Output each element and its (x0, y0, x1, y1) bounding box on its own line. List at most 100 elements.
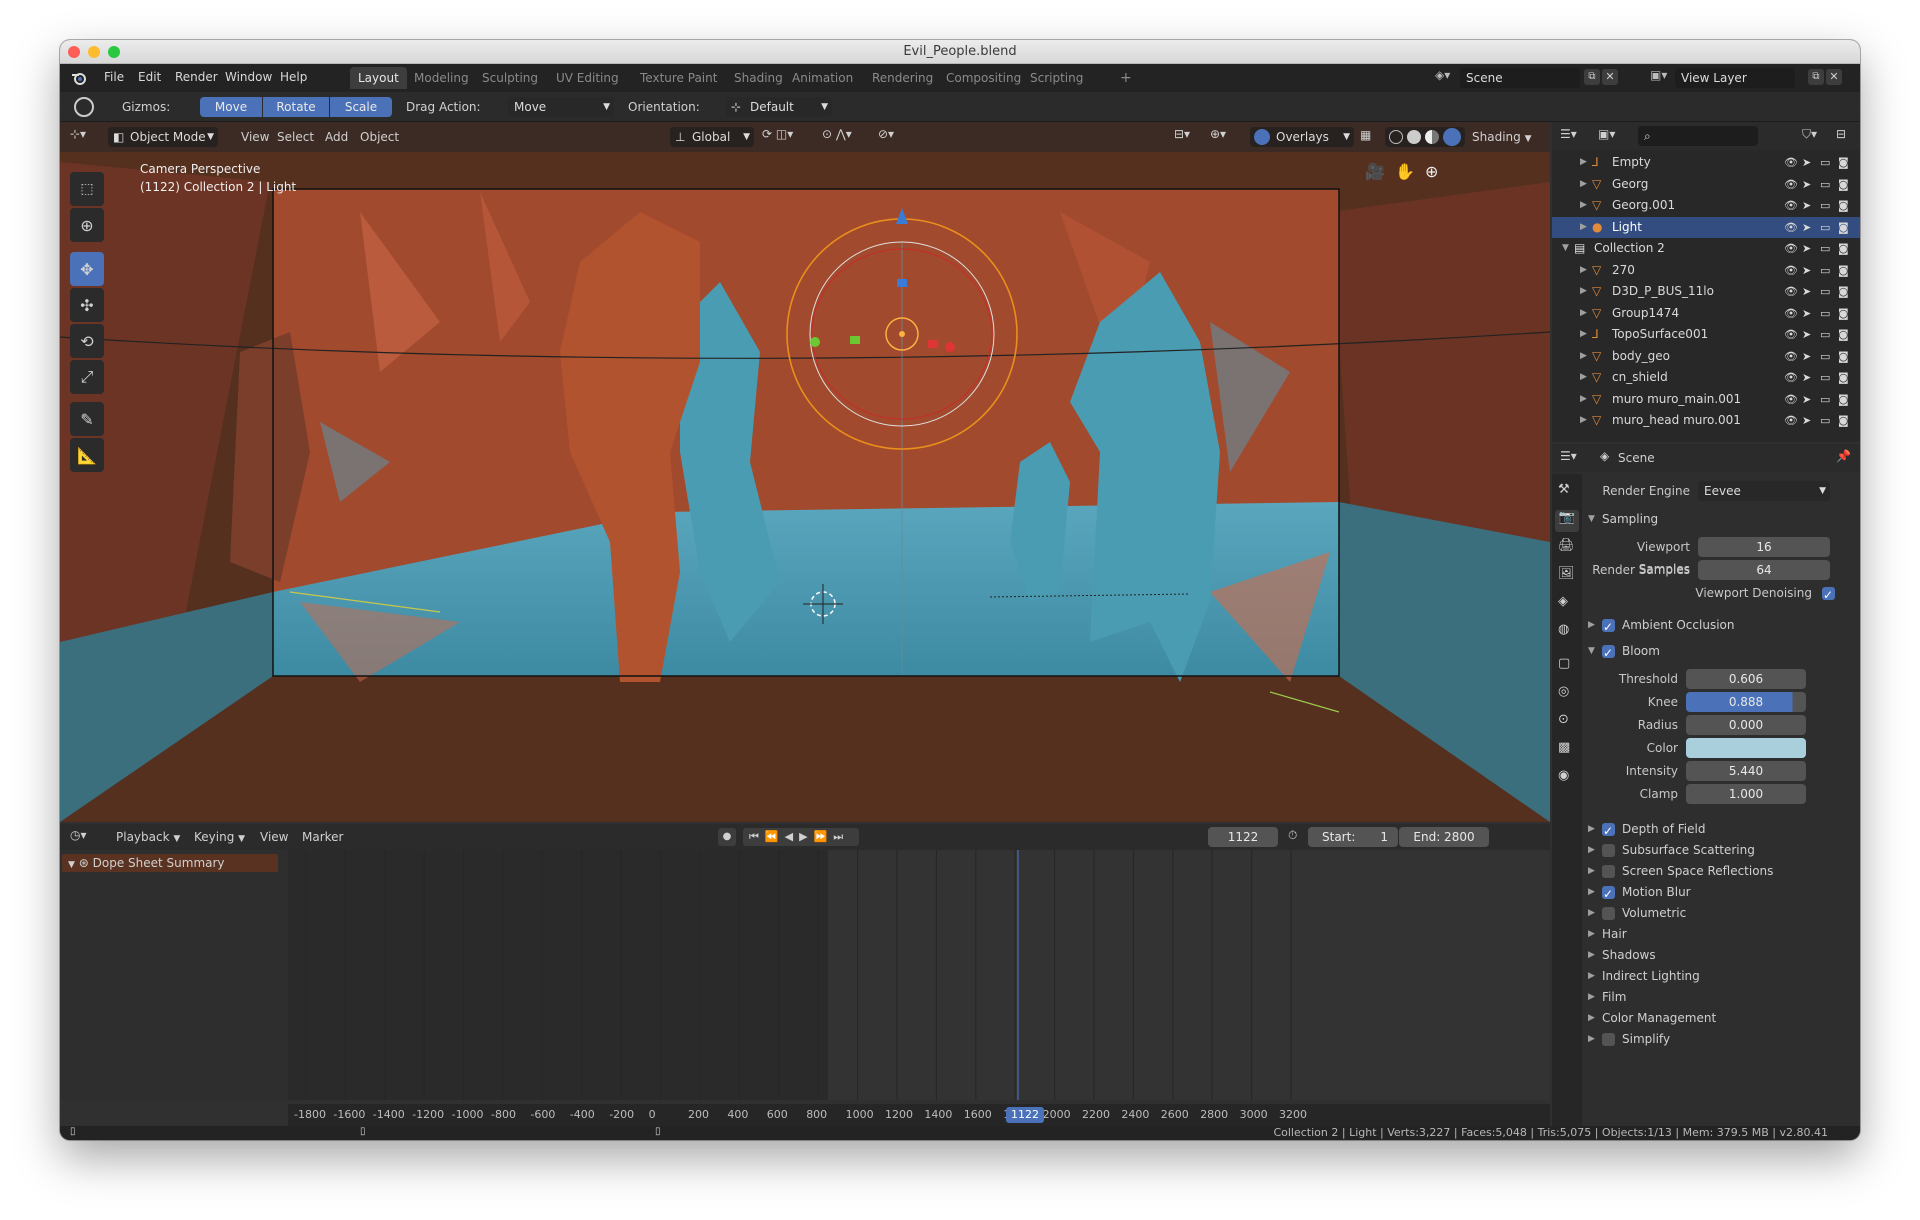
panel-checkbox[interactable] (1602, 1033, 1615, 1046)
scale-tool[interactable]: ⤢ (70, 360, 104, 394)
zoom-icon[interactable]: ⊕ (1425, 162, 1445, 182)
outliner-row[interactable]: ▶ ▽ Georg.001 👁 ➤ ▭ ◙ (1552, 195, 1860, 216)
select-arrow-icon[interactable]: ➤ (1802, 324, 1811, 345)
jump-keyframe-back-icon[interactable]: ⏪ (765, 830, 785, 843)
outliner-row[interactable]: ▶ ▽ body_geo 👁 ➤ ▭ ◙ (1552, 346, 1860, 367)
viewport-samples-field[interactable]: 16 (1698, 537, 1830, 557)
expand-arrow-icon[interactable]: ▶ (1580, 174, 1587, 195)
outliner-row[interactable]: ▶ ⅃ Empty 👁 ➤ ▭ ◙ (1552, 152, 1860, 173)
filter-icon[interactable]: ⛉▾ (1802, 127, 1817, 142)
bloom-intensity-field[interactable]: 5.440 (1686, 761, 1806, 781)
eye-icon[interactable]: 👁 (1784, 174, 1798, 195)
view-object-types-icon[interactable]: ⊟▾ (1174, 127, 1204, 147)
pin-icon[interactable]: 📌 (1836, 449, 1851, 463)
monitor-icon[interactable]: ▭ (1820, 389, 1830, 410)
current-frame-indicator[interactable]: 1122 (1006, 1107, 1044, 1123)
sampling-panel-header[interactable]: ▼ Sampling (1582, 508, 1860, 530)
camera-render-icon[interactable]: ◙ (1838, 410, 1849, 431)
delete-view-layer-icon[interactable]: ✕ (1826, 69, 1842, 85)
outliner-row[interactable]: ▶ ● Light 👁 ➤ ▭ ◙ (1552, 216, 1860, 238)
select-arrow-icon[interactable]: ➤ (1802, 303, 1811, 324)
editor-type-icon[interactable]: ⊹▾ (70, 127, 98, 147)
outliner-row[interactable]: ▼ ▤ Collection 2 👁 ➤ ▭ ◙ (1552, 238, 1860, 259)
expand-arrow-icon[interactable]: ▶ (1580, 410, 1587, 431)
expand-arrow-icon[interactable]: ▶ (1580, 303, 1587, 324)
select-arrow-icon[interactable]: ➤ (1802, 195, 1811, 216)
outliner-search-input[interactable]: ⌕ (1638, 126, 1758, 146)
eye-icon[interactable]: 👁 (1784, 367, 1798, 388)
tab-shading[interactable]: Shading (726, 67, 791, 89)
bloom-clamp-field[interactable]: 1.000 (1686, 784, 1806, 804)
scene-tab-icon[interactable]: ◈ (1558, 594, 1568, 609)
outliner-editor-type-icon[interactable]: ☰▾ (1560, 127, 1577, 141)
menu-window[interactable]: Window (225, 70, 272, 84)
select-arrow-icon[interactable]: ➤ (1802, 281, 1811, 302)
expand-arrow-icon[interactable]: ▶ (1580, 260, 1587, 281)
expand-arrow-icon[interactable]: ▶ (1580, 281, 1587, 302)
outliner-row[interactable]: ▶ ▽ muro_head muro.001 👁 ➤ ▭ ◙ (1552, 410, 1860, 431)
eye-icon[interactable]: 👁 (1784, 324, 1798, 345)
tab-compositing[interactable]: Compositing (938, 67, 1029, 89)
select-arrow-icon[interactable]: ➤ (1802, 389, 1811, 410)
shading-dropdown[interactable]: Shading ▼ (1472, 130, 1532, 144)
camera-render-icon[interactable]: ◙ (1838, 152, 1849, 173)
eye-icon[interactable]: 👁 (1784, 195, 1798, 216)
bloom-color-swatch[interactable] (1686, 738, 1806, 758)
eye-icon[interactable]: 👁 (1784, 238, 1798, 259)
eye-icon[interactable]: 👁 (1784, 410, 1798, 431)
viewport-menu-object[interactable]: Object (360, 130, 399, 144)
world-tab-icon[interactable]: ◍ (1558, 622, 1569, 637)
transform-tool[interactable]: ✥ (70, 252, 104, 286)
solid-shading-icon[interactable] (1407, 130, 1421, 144)
outliner-row[interactable]: ▶ ▽ D3D_P_BUS_11lo 👁 ➤ ▭ ◙ (1552, 281, 1860, 302)
properties-editor-type-icon[interactable]: ☰▾ (1560, 449, 1577, 463)
tab-layout[interactable]: Layout (350, 67, 407, 89)
monitor-icon[interactable]: ▭ (1820, 324, 1830, 345)
gizmo-move-toggle[interactable]: Move (200, 97, 262, 117)
tool-tab-icon[interactable]: ⚒ (1558, 482, 1570, 497)
cursor-tool[interactable]: ⊕ (70, 208, 104, 242)
constraints-tab-icon[interactable]: ⊙ (1558, 712, 1569, 727)
move-tool[interactable]: ✣ (70, 288, 104, 322)
play-icon[interactable]: ▶ (799, 830, 813, 843)
tab-sculpting[interactable]: Sculpting (474, 67, 546, 89)
camera-render-icon[interactable]: ◙ (1838, 367, 1849, 388)
expand-arrow-icon[interactable]: ▶ (1580, 346, 1587, 367)
transform-orientation-dropdown[interactable]: ⊥ Global ▼ (670, 127, 754, 147)
tab-uv-editing[interactable]: UV Editing (548, 67, 627, 89)
view-layer-tab-icon[interactable]: 🖼 (1558, 566, 1575, 581)
render-tab-icon[interactable]: 📷 (1555, 510, 1579, 532)
proportional-editing-icon[interactable]: ⊘▾ (878, 127, 912, 147)
bloom-threshold-field[interactable]: 0.606 (1686, 669, 1806, 689)
select-arrow-icon[interactable]: ➤ (1802, 410, 1811, 431)
start-frame-field[interactable]: Start: 1 (1308, 827, 1398, 847)
panel-simplify[interactable]: ▶ Simplify (1582, 1028, 1860, 1050)
bloom-knee-field[interactable]: 0.888 (1686, 692, 1806, 712)
measure-tool[interactable]: 📐 (70, 438, 104, 472)
panel-motion-blur[interactable]: ▶ Motion Blur (1582, 881, 1860, 905)
render-engine-dropdown[interactable]: Eevee ▼ (1698, 481, 1830, 501)
drag-action-dropdown[interactable]: Move ▼ (508, 97, 614, 117)
menu-file[interactable]: File (104, 70, 124, 84)
texture-tab-icon[interactable]: ◉ (1558, 768, 1569, 783)
panel-checkbox[interactable] (1602, 907, 1615, 920)
timeline-playback-menu[interactable]: Playback ▼ (116, 830, 180, 844)
select-arrow-icon[interactable]: ➤ (1802, 174, 1811, 195)
monitor-icon[interactable]: ▭ (1820, 346, 1830, 367)
timeline-editor-type-icon[interactable]: ◷▾ (70, 828, 87, 842)
camera-render-icon[interactable]: ◙ (1838, 195, 1849, 216)
record-icon[interactable]: ● (718, 828, 736, 846)
xray-toggle-icon[interactable]: ▦ (1360, 128, 1378, 146)
camera-view-icon[interactable]: 🎥 (1365, 162, 1385, 182)
panel-checkbox[interactable] (1602, 865, 1615, 878)
wireframe-shading-icon[interactable] (1389, 130, 1403, 144)
render-samples-field[interactable]: 64 (1698, 560, 1830, 580)
eye-icon[interactable]: 👁 (1784, 303, 1798, 324)
data-tab-icon[interactable]: ▩ (1558, 740, 1570, 755)
jump-end-icon[interactable]: ⏭ (833, 830, 849, 843)
add-workspace-icon[interactable]: + (1120, 70, 1132, 86)
orientation-dropdown[interactable]: ⊹ Default ▼ (726, 97, 832, 117)
overlays-dropdown[interactable]: Overlays ▼ (1250, 127, 1354, 147)
expand-arrow-icon[interactable]: ▶ (1580, 367, 1587, 388)
outliner-row[interactable]: ▶ ▽ muro muro_main.001 👁 ➤ ▭ ◙ (1552, 389, 1860, 410)
